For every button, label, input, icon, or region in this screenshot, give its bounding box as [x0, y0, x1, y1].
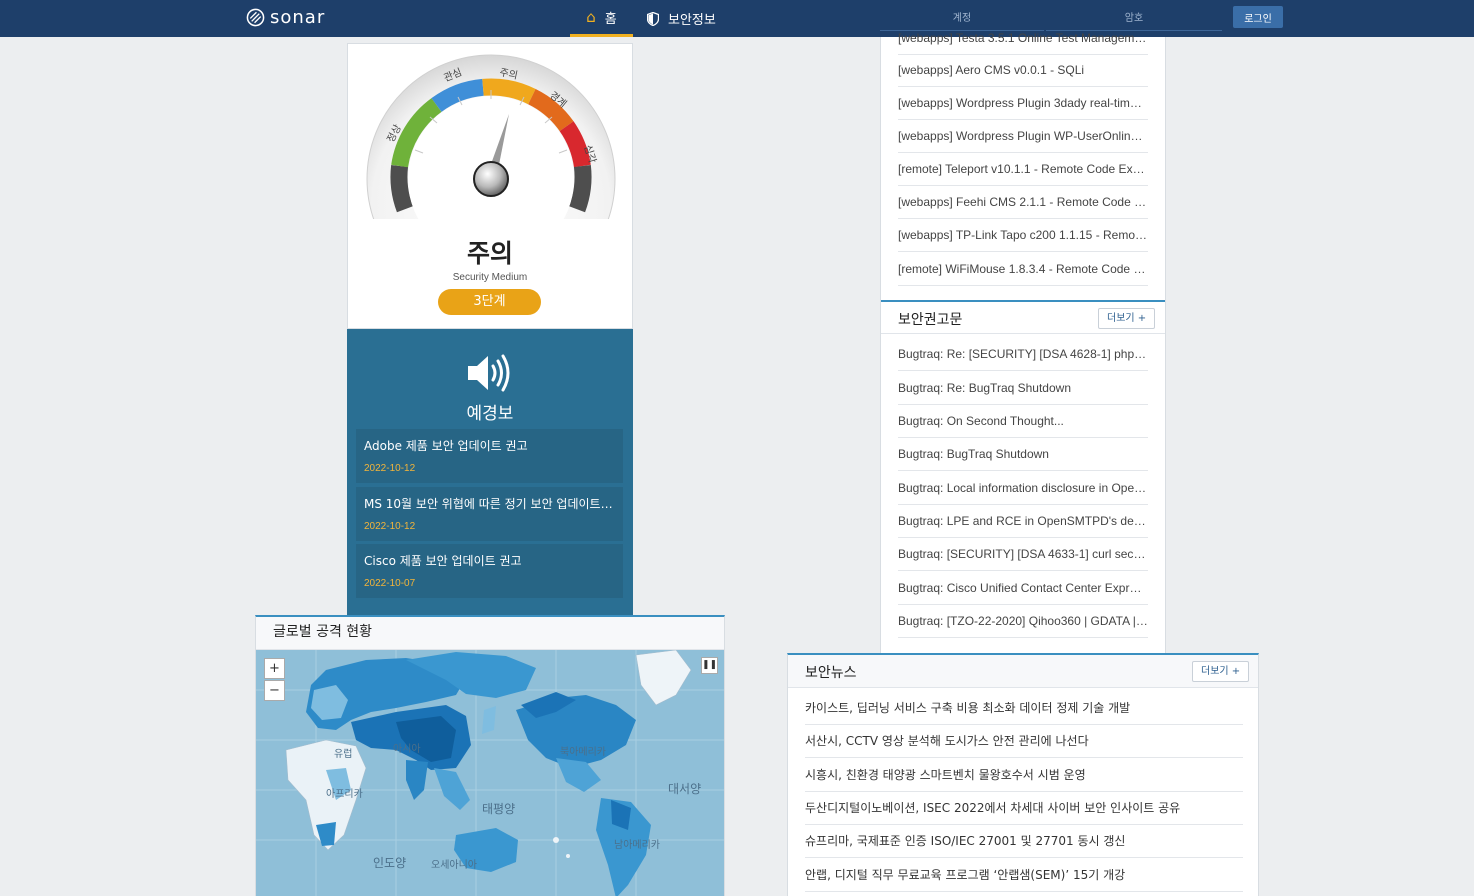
exploit-item[interactable]: [webapps] Feehi CMS 2.1.1 - Remote Code …: [898, 186, 1148, 219]
nav-home-label: 홈: [604, 11, 617, 27]
warning-item[interactable]: MS 10월 보안 위협에 따른 정기 보안 업데이트 권고 2022-10-1…: [356, 487, 623, 541]
advisory-item[interactable]: Bugtraq: On Second Thought...: [898, 405, 1148, 438]
map-label-atlantic: 대서양: [668, 782, 702, 796]
speaker-icon: [468, 354, 510, 392]
warning-date: 2022-10-07: [364, 578, 416, 589]
advisory-item[interactable]: Bugtraq: [TZO-22-2020] Qihoo360 | GDATA …: [898, 605, 1148, 638]
news-item[interactable]: 시흥시, 친환경 태양광 스마트벤치 물왕호수서 시범 운영: [805, 759, 1243, 792]
security-news-card: 보안뉴스 더보기 + 카이스트, 딥러닝 서비스 구축 비용 최소화 데이터 정…: [787, 653, 1259, 896]
news-item[interactable]: 슈프리마, 국제표준 인증 ISO/IEC 27001 및 27701 동시 갱…: [805, 825, 1243, 858]
nav-security-info[interactable]: 보안정보: [647, 0, 716, 37]
map-label-asia: 아시아: [393, 744, 421, 755]
advisory-item[interactable]: Bugtraq: [SECURITY] [DSA 4633-1] curl se…: [898, 538, 1148, 571]
sonar-logo-icon: [246, 8, 265, 27]
world-map[interactable]: 유럽 아시아 아프리카 태평양 북아메리카 대서양 인도양 오세아니아 남아메리…: [256, 650, 724, 896]
threat-level-name: 주의: [466, 239, 513, 268]
map-label-africa: 아프리카: [326, 789, 363, 800]
top-navigation-bar: sonar ⌂ 홈 보안정보 로그인: [0, 0, 1474, 37]
news-header: 보안뉴스 더보기 +: [788, 655, 1258, 688]
warning-date: 2022-10-12: [364, 463, 416, 474]
map-label-south-america: 남아메리카: [614, 840, 660, 851]
map-label-indian-ocean: 인도양: [373, 856, 407, 870]
exploit-item[interactable]: [webapps] TP-Link Tapo c200 1.1.15 - Rem…: [898, 219, 1148, 252]
shield-icon: [647, 11, 659, 26]
advisory-item[interactable]: Bugtraq: Cisco Unified Contact Center Ex…: [898, 572, 1148, 605]
news-item[interactable]: 서산시, CCTV 영상 분석해 도시가스 안전 관리에 나선다: [805, 725, 1243, 758]
global-attack-map-card: 글로벌 공격 현황 유럽 아시아 아프리카 태평양 북아메리카 대서양 인도양 …: [255, 615, 725, 896]
advisory-item[interactable]: Bugtraq: Re: BugTraq Shutdown: [898, 372, 1148, 405]
map-label-north-america: 북아메리카: [560, 747, 606, 758]
zoom-out-button[interactable]: −: [264, 680, 285, 701]
news-item[interactable]: 카이스트, 딥러닝 서비스 구축 비용 최소화 데이터 정제 기술 개발: [805, 692, 1243, 725]
advisory-header: 보안권고문 더보기 +: [881, 300, 1165, 334]
warning-item[interactable]: Adobe 제품 보안 업데이트 권고 2022-10-12: [356, 429, 623, 483]
news-item[interactable]: 안랩, 디지털 직무 무료교육 프로그램 ‘안랩샘(SEM)’ 15기 개강: [805, 859, 1243, 892]
gauge-knob: [473, 161, 509, 197]
world-map-graphic: [256, 650, 724, 896]
brand-logo[interactable]: sonar: [246, 7, 325, 28]
exploit-item[interactable]: [webapps] Wordpress Plugin WP-UserOnline…: [898, 120, 1148, 153]
warning-title: Adobe 제품 보안 업데이트 권고: [364, 439, 528, 453]
warning-date: 2022-10-12: [364, 521, 416, 532]
news-more-button[interactable]: 더보기 +: [1192, 661, 1250, 682]
map-label-europe: 유럽: [334, 749, 353, 760]
warning-title: MS 10월 보안 위협에 따른 정기 보안 업데이트 권고: [364, 497, 615, 511]
advisory-title: 보안권고문: [898, 312, 963, 328]
map-title: 글로벌 공격 현황: [256, 617, 724, 650]
exploit-advisory-column: [webapps] Testa 3.5.1 Online Test Manage…: [880, 31, 1166, 653]
exploit-item[interactable]: [webapps] Aero CMS v0.0.1 - SQLi: [898, 54, 1148, 87]
news-item[interactable]: 두산디지털이노베이션, ISEC 2022에서 차세대 사이버 보안 인사이트 …: [805, 792, 1243, 825]
warning-item[interactable]: Cisco 제품 보안 업데이트 권고 2022-10-07: [356, 544, 623, 598]
zoom-in-button[interactable]: +: [264, 658, 285, 679]
nav-home[interactable]: ⌂ 홈: [570, 0, 633, 37]
advisory-item[interactable]: Bugtraq: Re: [SECURITY] [DSA 4628-1] php…: [898, 338, 1148, 371]
advisory-item[interactable]: Bugtraq: LPE and RCE in OpenSMTPD's defa…: [898, 505, 1148, 538]
threat-level-card: 정상 관심 주의 경계 심각 주의 Security Medium 3단계: [347, 43, 633, 329]
exploit-item[interactable]: [webapps] Wordpress Plugin 3dady real-ti…: [898, 87, 1148, 120]
news-title: 보안뉴스: [805, 665, 857, 681]
advisory-item[interactable]: Bugtraq: BugTraq Shutdown: [898, 438, 1148, 471]
map-label-pacific: 태평양: [482, 802, 516, 816]
exploit-item[interactable]: [webapps] Testa 3.5.1 Online Test Manage…: [898, 22, 1148, 55]
brand-name: sonar: [270, 7, 326, 28]
threat-level-badge: 3단계: [438, 289, 541, 315]
pause-button[interactable]: ❚❚: [701, 657, 718, 674]
warnings-panel: 예경보 Adobe 제품 보안 업데이트 권고 2022-10-12 MS 10…: [347, 329, 633, 616]
nav-security-label: 보안정보: [668, 13, 716, 28]
threat-level-subtitle: Security Medium: [452, 272, 528, 283]
login-button[interactable]: 로그인: [1233, 6, 1283, 28]
map-label-oceania: 오세아니아: [431, 860, 477, 871]
advisory-more-button[interactable]: 더보기 +: [1098, 308, 1156, 329]
threat-gauge: 정상 관심 주의 경계 심각: [365, 54, 617, 221]
warnings-title: 예경보: [466, 404, 514, 424]
warning-title: Cisco 제품 보안 업데이트 권고: [364, 554, 522, 568]
exploit-item[interactable]: [remote] WiFiMouse 1.8.3.4 - Remote Code…: [898, 253, 1148, 286]
exploit-item[interactable]: [remote] Teleport v10.1.1 - Remote Code …: [898, 153, 1148, 186]
home-icon: ⌂: [586, 8, 596, 26]
advisory-item[interactable]: Bugtraq: Local information disclosure in…: [898, 472, 1148, 505]
